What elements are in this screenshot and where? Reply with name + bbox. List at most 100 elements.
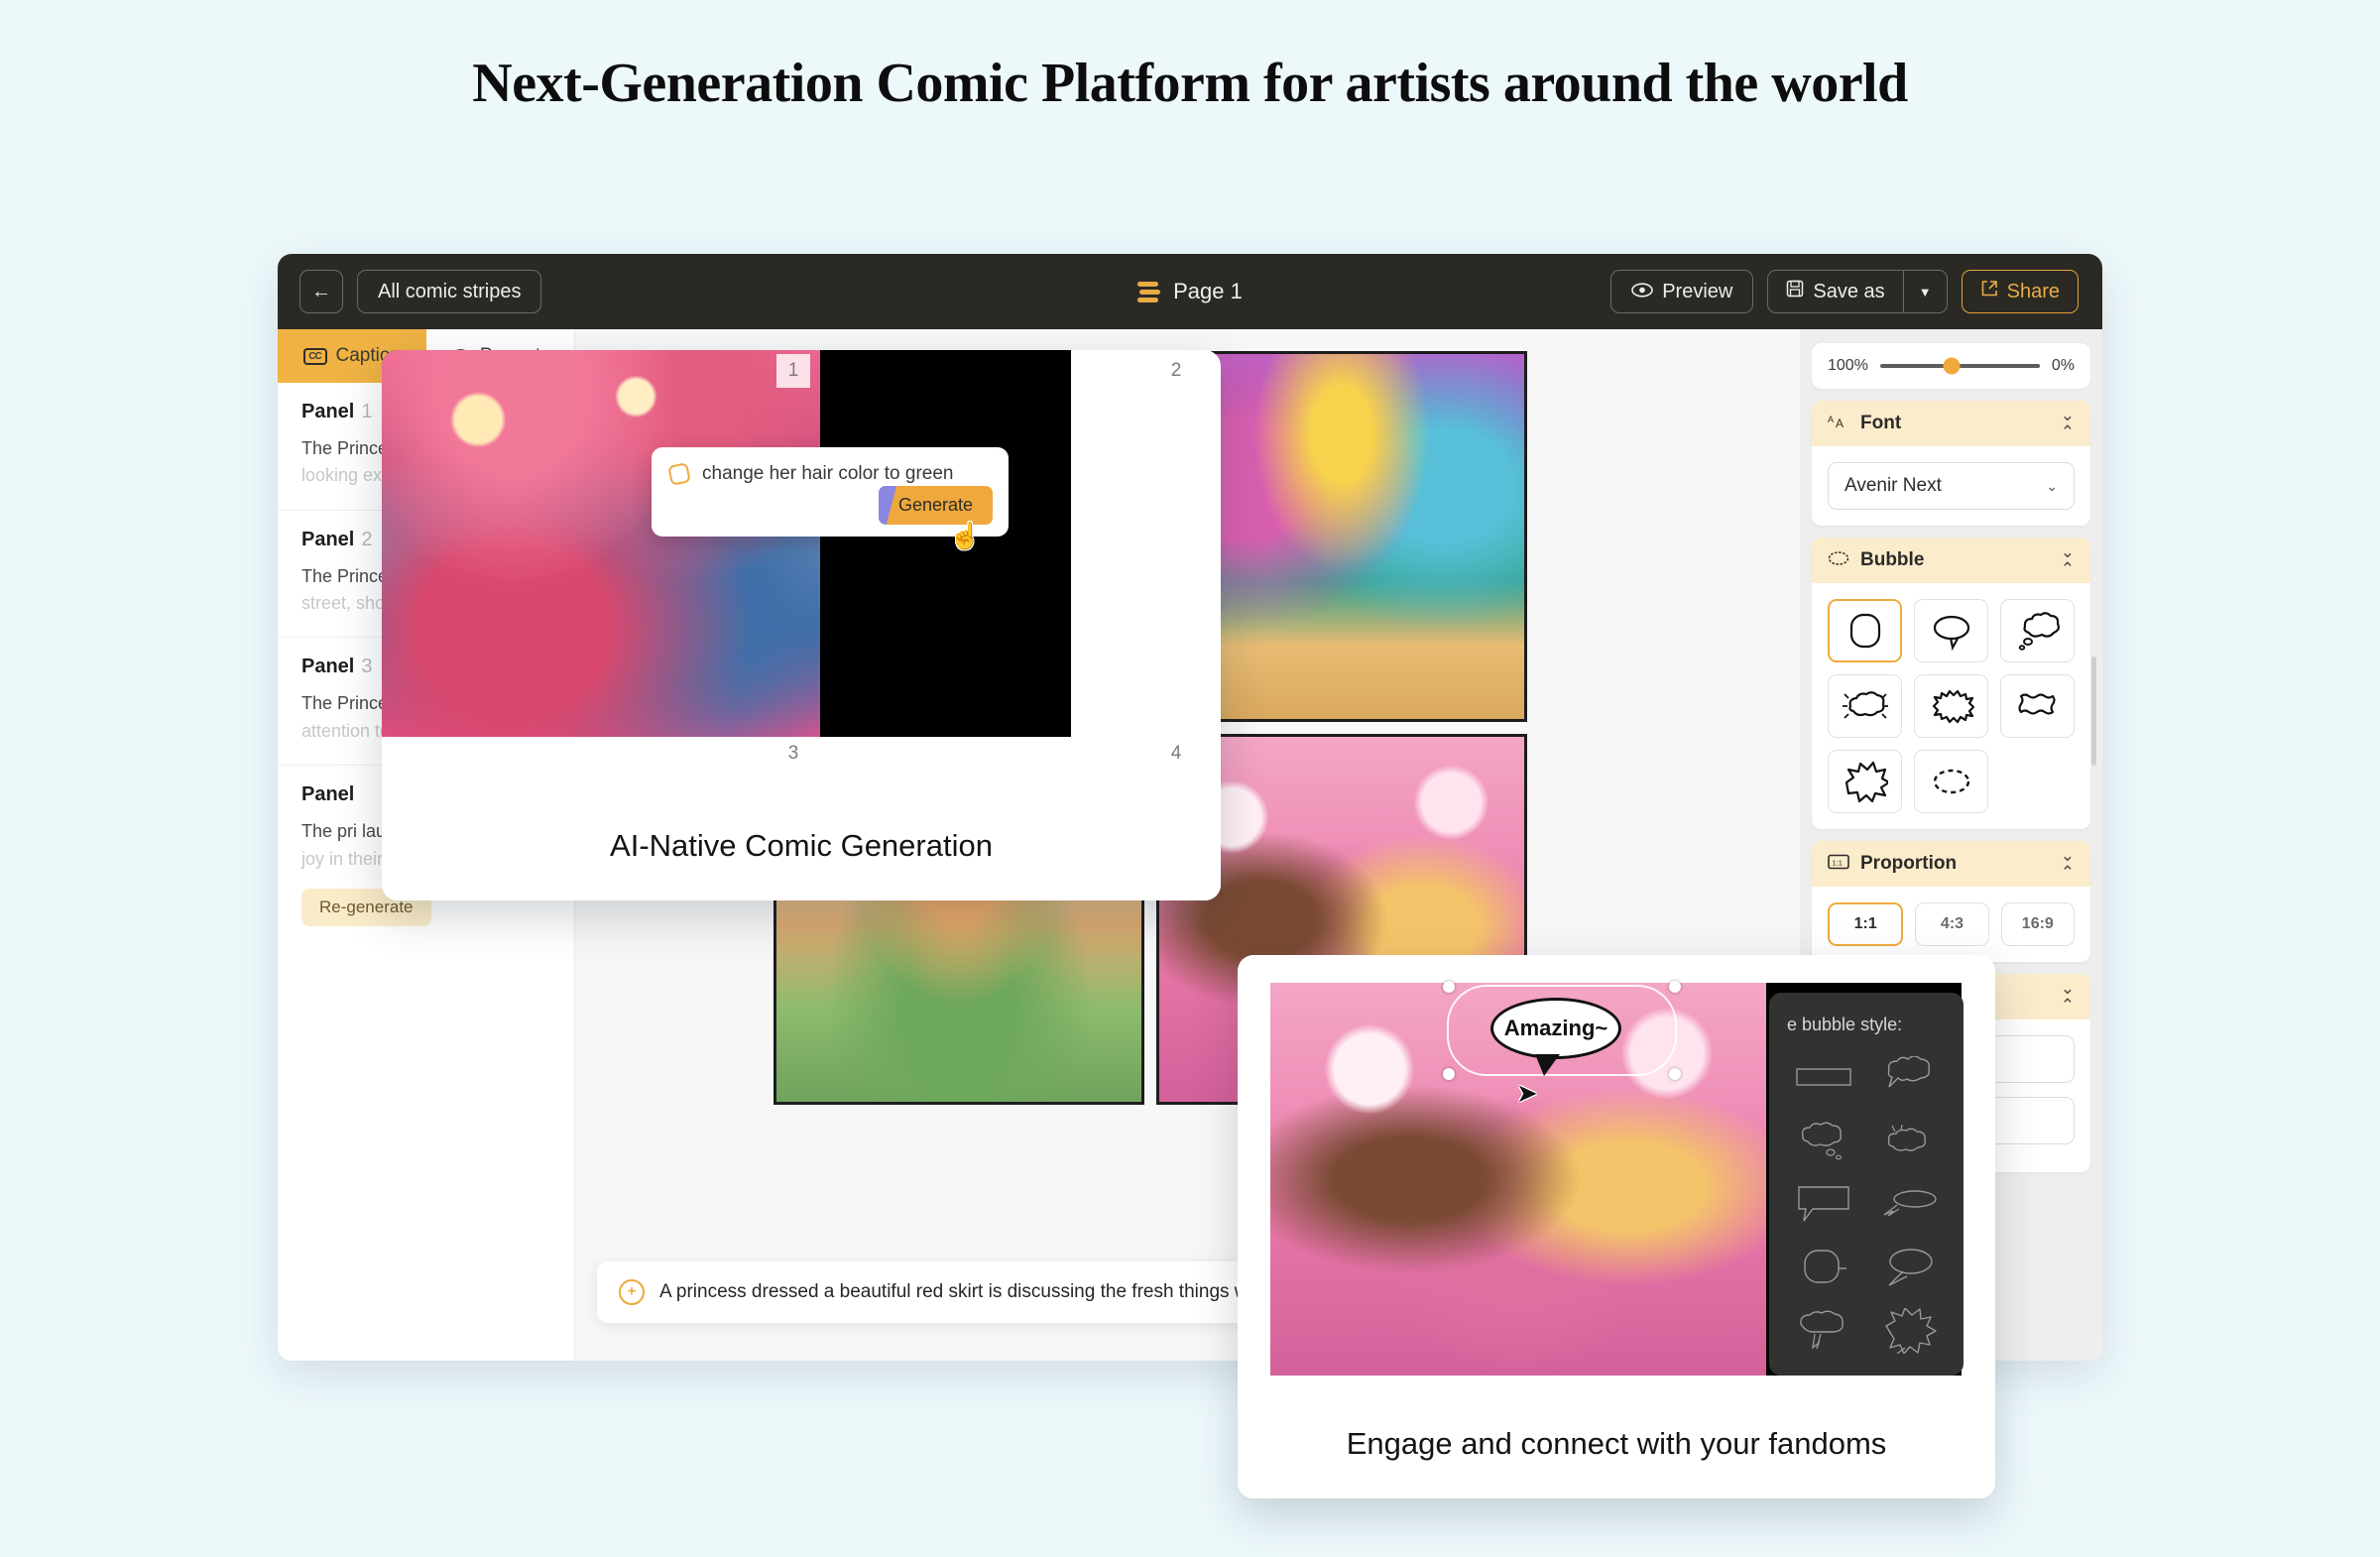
bubble-shape-oval-tail[interactable] <box>1914 599 1988 662</box>
proportion-card: 1:1 Proportion ⌄ ⌃ 1:1 4:3 16:9 <box>1812 841 2090 962</box>
share-button[interactable]: Share <box>1961 270 2079 313</box>
eye-icon <box>1631 281 1654 303</box>
panel-number: 2 <box>361 528 373 550</box>
style-oval-tail-bubble[interactable] <box>1873 1244 1946 1291</box>
zoom-slider-knob[interactable] <box>1943 357 1961 375</box>
style-wobble-tail-bubble[interactable] <box>1787 1307 1859 1355</box>
svg-text:A: A <box>1828 415 1834 424</box>
zoom-slider[interactable] <box>1879 357 2040 375</box>
bubble-shape-spiky-cloud[interactable] <box>1828 674 1902 738</box>
page-indicator: Page 1 <box>1173 279 1243 303</box>
layers-stack-icon <box>1137 281 1161 302</box>
page-title: Next-Generation Comic Platform for artis… <box>472 53 1908 114</box>
bubble-shape-rounded-rect[interactable] <box>1828 599 1902 662</box>
toolbar-left-group: ← All comic stripes <box>299 270 542 313</box>
save-as-split-button: Save as ▼ <box>1767 270 1948 313</box>
bubble-style-menu[interactable]: e bubble style: <box>1769 993 1964 1376</box>
ai-image-icon <box>619 1279 645 1305</box>
feature-card-ai-generation: change her hair color to green Generate … <box>382 350 1221 900</box>
chevron-collapse-icon[interactable]: ⌄ ⌃ <box>2061 980 2075 1014</box>
panel-number-badge: 3 <box>776 737 810 771</box>
style-thought-cloud-bubble[interactable] <box>1787 1117 1859 1164</box>
save-as-dropdown-toggle[interactable]: ▼ <box>1902 271 1947 312</box>
style-rounded-square-bubble[interactable] <box>1787 1244 1859 1291</box>
preview-label: Preview <box>1662 280 1733 302</box>
feature-a-screenshot: change her hair color to green Generate … <box>382 350 1071 737</box>
bottom-prompt-text: A princess dressed a beautiful red skirt… <box>659 1281 1300 1303</box>
bubble-style-menu-grid <box>1787 1053 1946 1355</box>
bubble-shape-starburst[interactable] <box>1828 750 1902 813</box>
resize-handle-br[interactable] <box>1669 1068 1681 1080</box>
bubble-shape-jagged-burst[interactable] <box>1914 674 1988 738</box>
chevron-collapse-icon[interactable]: ⌄ ⌃ <box>2061 543 2075 577</box>
zoom-card: 100% 0% <box>1812 343 2090 389</box>
proportion-section-header: 1:1 Proportion ⌄ ⌃ <box>1812 841 2090 887</box>
back-button[interactable]: ← <box>299 270 343 313</box>
feature-a-caption: AI-Native Comic Generation <box>382 791 1221 900</box>
resize-handle-bl[interactable] <box>1443 1068 1455 1080</box>
magic-wand-icon <box>667 462 691 486</box>
page-root: Next-Generation Comic Platform for artis… <box>0 0 2380 1557</box>
proportion-16-9[interactable]: 16:9 <box>2000 902 2075 946</box>
chevron-down-icon: ⌄ <box>2046 477 2058 494</box>
style-spiky-cloud-bubble[interactable] <box>1873 1117 1946 1164</box>
resize-handle-tl[interactable] <box>1443 981 1455 993</box>
bottom-prompt-visible: A princess dressed a beautiful red skirt… <box>659 1281 1268 1302</box>
external-link-icon <box>1980 280 1998 303</box>
inspector-scrollbar[interactable] <box>2091 657 2096 766</box>
zoom-row: 100% 0% <box>1812 343 2090 389</box>
chevron-collapse-icon[interactable]: ⌄ ⌃ <box>2061 847 2075 881</box>
panel-label: Panel <box>301 783 355 806</box>
feature-card-fandoms: Amazing~ ➤ e bubble style: <box>1238 955 1995 1498</box>
preview-button[interactable]: Preview <box>1610 270 1754 313</box>
bubble-card: Bubble ⌄ ⌃ <box>1812 538 2090 829</box>
ai-prompt-row: change her hair color to green <box>652 447 1009 486</box>
speech-bubble-icon <box>1828 550 1849 571</box>
style-starburst-bubble[interactable] <box>1873 1307 1946 1355</box>
zoom-min-label: 100% <box>1828 357 1868 374</box>
share-label: Share <box>2006 280 2060 302</box>
panel-label: Panel <box>301 656 355 678</box>
font-family-value: Avenir Next <box>1844 475 1942 496</box>
chevron-collapse-icon[interactable]: ⌄ ⌃ <box>2061 407 2075 440</box>
panel-label: Panel <box>301 401 355 422</box>
feature-b-screenshot: Amazing~ ➤ e bubble style: <box>1270 981 1964 1376</box>
cafe-panel-thumbnail <box>382 350 820 737</box>
font-family-select[interactable]: Avenir Next ⌄ <box>1828 462 2075 510</box>
font-card: AA Font ⌄ ⌃ Avenir Next ⌄ <box>1812 401 2090 526</box>
panel-number: 3 <box>361 656 373 678</box>
resize-handle-tr[interactable] <box>1669 981 1681 993</box>
bubble-shape-wavy-rect[interactable] <box>2000 674 2075 738</box>
generate-button[interactable]: Generate <box>878 486 993 525</box>
panel-label: Panel <box>301 528 355 550</box>
style-whisper-trail-bubble[interactable] <box>1873 1180 1946 1228</box>
amazing-speech-bubble[interactable]: Amazing~ <box>1490 998 1621 1076</box>
proportion-section-body: 1:1 4:3 16:9 <box>1812 887 2090 962</box>
feature-b-caption: Engage and connect with your fandoms <box>1238 1389 1995 1498</box>
svg-text:A: A <box>1836 417 1844 430</box>
style-rect-tail-bubble[interactable] <box>1787 1180 1859 1228</box>
font-section-title: Font <box>1860 413 1902 433</box>
bubble-style-menu-title: e bubble style: <box>1787 1015 1903 1034</box>
panel-number-badge: 2 <box>1159 354 1193 388</box>
proportion-1-1[interactable]: 1:1 <box>1828 902 1904 946</box>
ai-prompt-text[interactable]: change her hair color to green <box>702 463 954 485</box>
bubble-shape-thought-cloud[interactable] <box>2000 599 2075 662</box>
proportion-4-3[interactable]: 4:3 <box>1915 902 1989 946</box>
style-blob-tail-bubble[interactable] <box>1873 1053 1946 1101</box>
zoom-max-label: 0% <box>2051 357 2075 374</box>
proportion-options: 1:1 4:3 16:9 <box>1828 902 2075 946</box>
all-comic-stripes-button[interactable]: All comic stripes <box>357 270 542 313</box>
cc-icon: CC <box>302 347 327 365</box>
app-toolbar: ← All comic stripes Page 1 Preview Save … <box>278 254 2102 329</box>
ai-prompt-popup[interactable]: change her hair color to green Generate … <box>652 447 1009 548</box>
bubble-shape-grid <box>1828 599 2075 813</box>
save-as-label: Save as <box>1813 280 1885 302</box>
font-section-body: Avenir Next ⌄ <box>1812 446 2090 526</box>
style-plain-rect-bubble[interactable] <box>1787 1053 1859 1101</box>
save-as-button[interactable]: Save as <box>1768 271 1902 312</box>
svg-text:1:1: 1:1 <box>1833 858 1843 867</box>
bubble-section-title: Bubble <box>1860 549 1925 570</box>
bubble-shape-dashed-oval[interactable] <box>1914 750 1988 813</box>
panel-number-badge: 1 <box>776 354 810 388</box>
